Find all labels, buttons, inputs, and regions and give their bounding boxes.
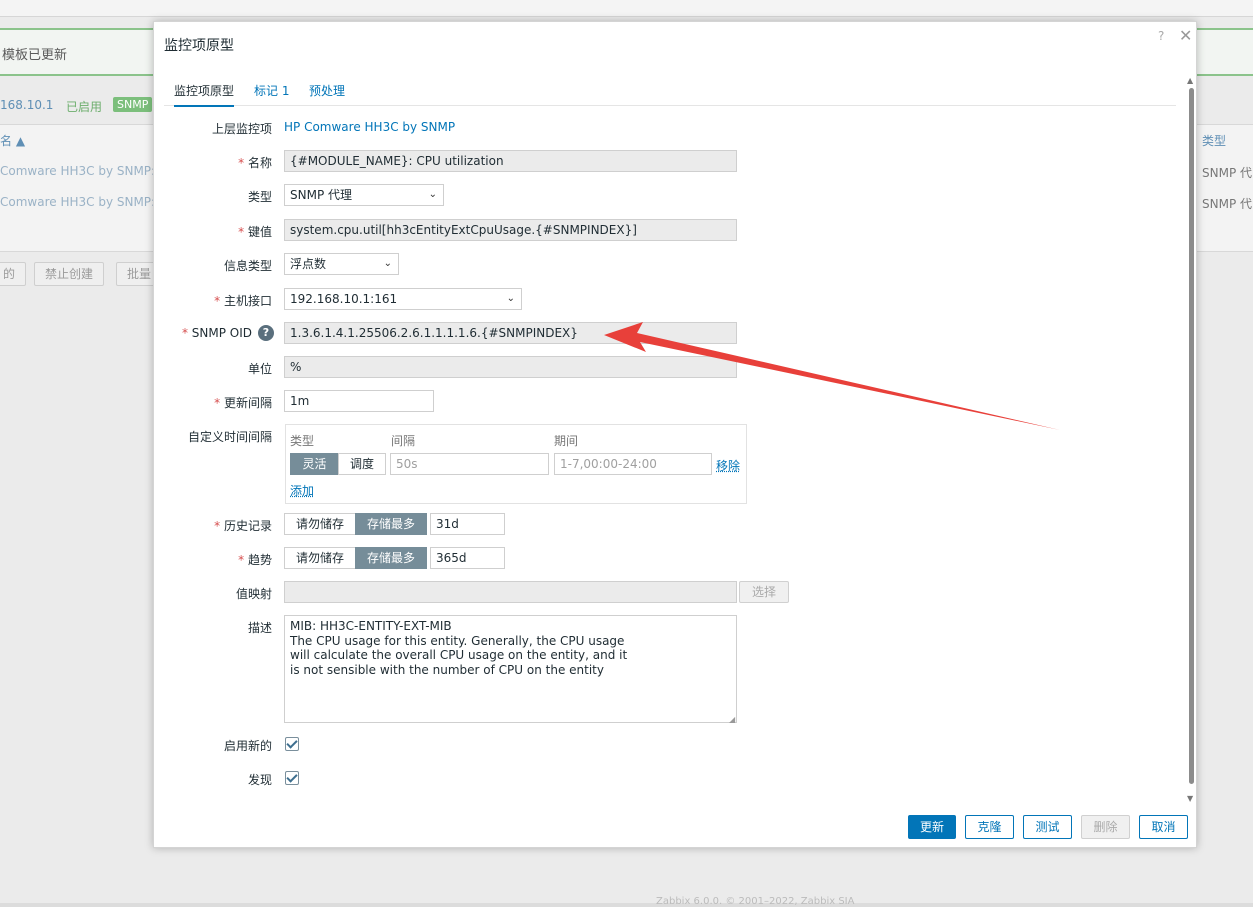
tab-tags[interactable]: 标记 1 [254, 82, 289, 99]
dialog-tabs: 监控项原型 标记 1 预处理 [164, 74, 1176, 107]
help-icon[interactable]: ? [1158, 29, 1164, 43]
description-textarea[interactable]: MIB: HH3C-ENTITY-EXT-MIB The CPU usage f… [284, 615, 737, 723]
clone-button[interactable]: 克隆 [965, 815, 1014, 839]
trends-store-up-to[interactable]: 存储最多 [355, 547, 427, 569]
remove-link[interactable]: 移除 [716, 457, 740, 474]
tab-item-prototype[interactable]: 监控项原型 [174, 82, 235, 107]
tab-preprocessing[interactable]: 预处理 [309, 82, 345, 99]
units-label: 单位 [247, 362, 272, 376]
key-field[interactable]: system.cpu.util[hh3cEntityExtCpuUsage.{#… [284, 219, 737, 241]
units-field[interactable]: % [284, 356, 737, 378]
name-field[interactable]: {#MODULE_NAME}: CPU utilization [284, 150, 737, 172]
chevron-down-icon: ⌄ [428, 189, 437, 200]
scrollbar-thumb[interactable] [1189, 88, 1194, 784]
custom-col-type: 类型 [290, 434, 315, 448]
description-label: 描述 [247, 621, 272, 635]
history-label: 历史记录 [214, 517, 272, 534]
host-status[interactable]: 已启用 [66, 98, 102, 115]
host-interface-label: 主机接口 [214, 292, 272, 309]
custom-col-interval: 间隔 [391, 434, 416, 448]
page-footer: Zabbix 6.0.0. © 2001–2022, Zabbix SIA [656, 896, 855, 907]
discover-checkbox[interactable] [285, 771, 299, 785]
trends-do-not-store[interactable]: 请勿储存 [284, 547, 356, 569]
cancel-button[interactable]: 取消 [1139, 815, 1188, 839]
snmp-oid-field[interactable]: 1.3.6.1.4.1.25506.2.6.1.1.1.1.6.{#SNMPIN… [284, 322, 737, 344]
period-input[interactable]: 1-7,00:00-24:00 [554, 453, 712, 475]
type-select-value: SNMP 代理 [290, 188, 352, 202]
custom-intervals-label: 自定义时间间隔 [187, 430, 272, 444]
history-do-not-store[interactable]: 请勿储存 [284, 513, 356, 535]
scroll-up-icon[interactable]: ▲ [1187, 76, 1193, 85]
type-label: 类型 [247, 190, 272, 204]
update-interval-label: 更新间隔 [214, 394, 272, 411]
table-cell-type: SNMP 代 [1202, 197, 1252, 211]
history-store-up-to[interactable]: 存储最多 [355, 513, 427, 535]
snmp-badge: SNMP [113, 97, 153, 112]
dialog-title: 监控项原型 [164, 38, 234, 54]
create-enabled-label: 启用新的 [223, 739, 272, 753]
trends-field[interactable]: 365d [430, 547, 505, 569]
close-icon[interactable]: ✕ [1179, 26, 1192, 45]
table-cell-type: SNMP 代 [1202, 166, 1252, 180]
trends-label: 趋势 [238, 551, 272, 568]
info-type-select-value: 浮点数 [290, 257, 327, 271]
bg-enable-button[interactable]: 的 [0, 262, 27, 286]
host-name[interactable]: 168.10.1 [0, 98, 53, 112]
custom-col-period: 期间 [554, 434, 579, 448]
test-button[interactable]: 测试 [1023, 815, 1072, 839]
flexible-toggle[interactable]: 灵活 [290, 453, 339, 475]
table-row[interactable]: Comware HH3C by SNMP: {# [0, 164, 177, 178]
value-map-select-button[interactable]: 选择 [739, 581, 789, 603]
table-row[interactable]: Comware HH3C by SNMP: {# [0, 195, 177, 209]
discover-label: 发现 [247, 773, 272, 787]
host-interface-select[interactable]: 192.168.10.1:161 ⌄ [284, 288, 522, 310]
parent-item-label: 上层监控项 [211, 122, 272, 136]
table-header-type[interactable]: 类型 [1202, 132, 1226, 149]
value-map-label: 值映射 [235, 587, 272, 601]
interval-input[interactable]: 50s [390, 453, 549, 475]
key-label: 键值 [238, 223, 272, 240]
info-type-select[interactable]: 浮点数 ⌄ [284, 253, 399, 275]
table-header-name[interactable]: 名 ▲ [0, 132, 25, 149]
success-message-text: 模板已更新 [2, 48, 68, 63]
name-label: 名称 [238, 154, 272, 171]
chevron-down-icon: ⌄ [383, 258, 392, 269]
scheduling-toggle[interactable]: 调度 [338, 453, 386, 475]
host-interface-select-value: 192.168.10.1:161 [290, 292, 398, 306]
info-type-label: 信息类型 [223, 259, 272, 273]
add-link[interactable]: 添加 [290, 482, 314, 499]
parent-item-link[interactable]: HP Comware HH3C by SNMP [284, 120, 455, 134]
scroll-down-icon[interactable]: ▼ [1187, 794, 1193, 803]
history-field[interactable]: 31d [430, 513, 505, 535]
delete-button[interactable]: 删除 [1081, 815, 1130, 839]
top-bar [0, 0, 1253, 17]
chevron-down-icon: ⌄ [506, 293, 515, 304]
resize-handle-icon[interactable]: ◢ [729, 715, 735, 724]
create-enabled-checkbox[interactable] [285, 737, 299, 751]
custom-intervals-box: 类型 间隔 期间 灵活 调度 50s 1-7,00:00-24:00 移除 添加 [285, 424, 747, 504]
bg-disable-create-button[interactable]: 禁止创建 [34, 262, 105, 286]
update-interval-field[interactable]: 1m [284, 390, 434, 412]
help-icon[interactable]: ? [258, 325, 274, 341]
update-button[interactable]: 更新 [908, 815, 956, 839]
item-prototype-dialog: 监控项原型 ? ✕ 监控项原型 标记 1 预处理 ▲ ▼ 上层监控项 HP Co… [153, 21, 1197, 848]
snmp-oid-label: SNMP OID [182, 326, 252, 340]
value-map-field[interactable] [284, 581, 737, 603]
type-select[interactable]: SNMP 代理 ⌄ [284, 184, 444, 206]
